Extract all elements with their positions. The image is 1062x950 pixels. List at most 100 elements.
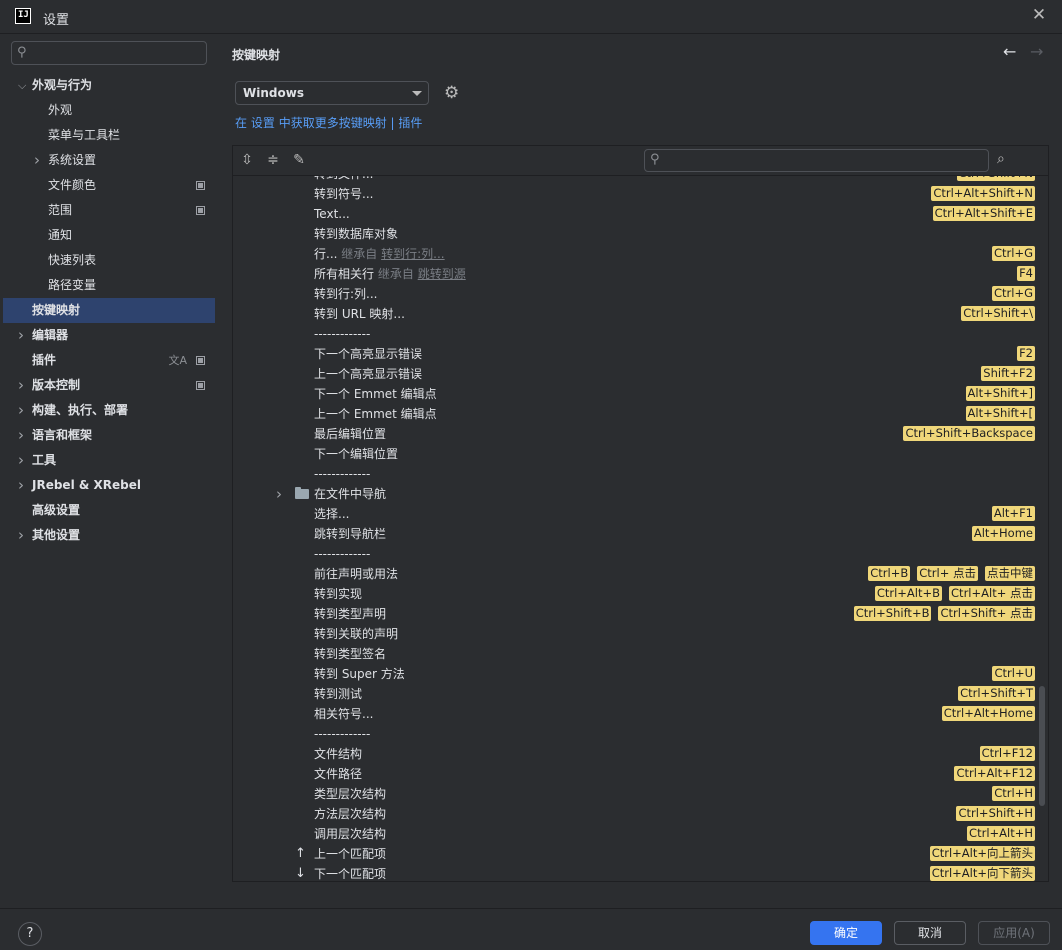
ok-button[interactable]: 确定 [810,921,882,945]
collapse-all-icon[interactable]: ≑ [265,152,281,168]
action-row[interactable]: 行... 继承自 转到行:列... Ctrl+G [233,244,1041,264]
action-row[interactable]: ------------- [233,324,1041,344]
sidebar-item[interactable]: 快速列表 [3,248,215,273]
settings-search-input[interactable]: ⚲ [11,41,207,65]
shortcut-list: Ctrl+Alt+B Ctrl+Alt+ 点击 [874,586,1035,602]
sidebar-item[interactable]: 路径变量 [3,273,215,298]
action-row[interactable]: 上一个高亮显示错误 Shift+F2 [233,364,1041,384]
apply-button[interactable]: 应用(A) [978,921,1050,945]
sidebar-item[interactable]: › JRebel & XRebel [3,473,215,498]
inherited-action-link[interactable]: 跳转到源 [418,267,466,281]
action-name: 下一个匹配项 [314,864,386,881]
action-row[interactable]: 转到关联的声明 [233,624,1041,644]
chevron-right-icon[interactable]: › [18,473,24,498]
forward-arrow-icon[interactable]: → [1030,42,1043,61]
action-name: 转到行:列... [314,284,378,304]
action-row[interactable]: 选择... Alt+F1 [233,504,1041,524]
plugins-link[interactable]: 插件 [398,116,422,130]
find-by-shortcut-icon[interactable]: ⌕ [997,151,1005,167]
sidebar-item-label: 构建、执行、部署 [32,403,129,417]
sidebar-item[interactable]: › 版本控制 [3,373,215,398]
action-row[interactable]: 转到行:列... Ctrl+G [233,284,1041,304]
sidebar-item[interactable]: 插件 文A [3,348,215,373]
shortcut-badge: Ctrl+G [991,246,1035,261]
action-search-input[interactable]: ⚲ [644,149,989,172]
action-row[interactable]: 转到符号... Ctrl+Alt+Shift+N [233,184,1041,204]
sidebar-item[interactable]: 按键映射 [3,298,215,323]
shortcut-list: Alt+Shift+] [965,386,1035,402]
action-label: 相关符号... [314,707,374,721]
chevron-right-icon[interactable]: › [276,484,282,504]
chevron-right-icon[interactable]: › [34,148,40,173]
expand-all-icon[interactable]: ⇳ [239,152,255,168]
search-icon: ⚲ [650,152,660,167]
chevron-right-icon[interactable]: › [18,423,24,448]
action-row[interactable]: 文件结构 Ctrl+F12 [233,744,1041,764]
edit-pencil-icon[interactable]: ✎ [291,152,307,168]
action-row[interactable]: 转到类型声明 Ctrl+Shift+B Ctrl+Shift+ 点击 [233,604,1041,624]
action-row[interactable]: ↑ 上一个匹配项 Ctrl+Alt+向上箭头 [233,844,1041,864]
sidebar-item[interactable]: 高级设置 [3,498,215,523]
action-row[interactable]: ------------- [233,464,1041,484]
close-icon[interactable]: ✕ [1030,6,1048,24]
chevron-right-icon[interactable]: › [18,323,24,348]
shortcut-badge: Ctrl+Alt+ 点击 [949,586,1035,601]
sidebar-item[interactable]: 通知 [3,223,215,248]
action-row[interactable]: 下一个高亮显示错误 F2 [233,344,1041,364]
search-icon: ⚲ [17,45,27,60]
action-row[interactable]: › 在文件中导航 [233,484,1041,504]
sidebar-item[interactable]: ⌵ 外观与行为 [3,73,215,98]
sidebar-item[interactable]: › 系统设置 [3,148,215,173]
action-row[interactable]: 跳转到导航栏 Alt+Home [233,524,1041,544]
sidebar-item[interactable]: › 构建、执行、部署 [3,398,215,423]
sidebar-item[interactable]: 文件颜色 [3,173,215,198]
action-row[interactable]: 转到测试 Ctrl+Shift+T [233,684,1041,704]
action-row[interactable]: ------------- [233,544,1041,564]
chevron-right-icon[interactable]: › [18,373,24,398]
sidebar-item[interactable]: 范围 [3,198,215,223]
action-row[interactable]: 相关符号... Ctrl+Alt+Home [233,704,1041,724]
chevron-right-icon[interactable]: › [18,398,24,423]
action-row[interactable]: 调用层次结构 Ctrl+Alt+H [233,824,1041,844]
keymap-dropdown[interactable]: Windows [235,81,429,105]
action-row[interactable]: 方法层次结构 Ctrl+Shift+H [233,804,1041,824]
action-row[interactable]: 转到 URL 映射... Ctrl+Shift+\ [233,304,1041,324]
chevron-right-icon[interactable]: › [18,523,24,548]
back-arrow-icon[interactable]: ← [1003,42,1016,61]
page-title: 按键映射 [232,48,281,62]
action-row[interactable]: 最后编辑位置 Ctrl+Shift+Backspace [233,424,1041,444]
sidebar-item[interactable]: › 工具 [3,448,215,473]
action-row[interactable]: 转到数据库对象 [233,224,1041,244]
action-row[interactable]: 前往声明或用法 Ctrl+B Ctrl+ 点击 点击中键 [233,564,1041,584]
action-row[interactable]: 类型层次结构 Ctrl+H [233,784,1041,804]
sidebar-item[interactable]: 外观 [3,98,215,123]
action-row[interactable]: 所有相关行 继承自 跳转到源 F4 [233,264,1041,284]
sidebar-item[interactable]: › 编辑器 [3,323,215,348]
action-row[interactable]: 文件路径 Ctrl+Alt+F12 [233,764,1041,784]
shortcut-badge: Ctrl+Alt+F12 [954,766,1035,781]
action-row[interactable]: 转到 Super 方法 Ctrl+U [233,664,1041,684]
vertical-scrollbar[interactable] [1039,686,1045,806]
sidebar-item[interactable]: › 其他设置 [3,523,215,548]
action-row[interactable]: 下一个 Emmet 编辑点 Alt+Shift+] [233,384,1041,404]
action-row[interactable]: Text... Ctrl+Alt+Shift+E [233,204,1041,224]
cancel-button[interactable]: 取消 [894,921,966,945]
chevron-down-icon[interactable]: ⌵ [18,73,26,98]
help-button[interactable]: ? [18,922,42,946]
action-row[interactable]: 下一个编辑位置 [233,444,1041,464]
sidebar-item[interactable]: › 语言和框架 [3,423,215,448]
inherited-action-link[interactable]: 转到行:列... [381,247,445,261]
action-row[interactable]: ↓ 下一个匹配项 Ctrl+Alt+向下箭头 [233,864,1041,881]
action-row[interactable]: ------------- [233,724,1041,744]
shortcut-list: Ctrl+Shift+N [956,176,1035,182]
gear-icon[interactable]: ⚙ [444,84,459,102]
shortcut-badge: F2 [1017,346,1035,361]
sidebar-item[interactable]: 菜单与工具栏 [3,123,215,148]
chevron-right-icon[interactable]: › [18,448,24,473]
shortcut-badge: Ctrl+Shift+T [958,686,1035,701]
action-row[interactable]: 转到实现 Ctrl+Alt+B Ctrl+Alt+ 点击 [233,584,1041,604]
action-row[interactable]: 上一个 Emmet 编辑点 Alt+Shift+[ [233,404,1041,424]
action-row[interactable]: 转到类型签名 [233,644,1041,664]
settings-link[interactable]: 设置 [251,116,275,130]
action-row[interactable]: 转到文件... Ctrl+Shift+N [233,176,1041,184]
